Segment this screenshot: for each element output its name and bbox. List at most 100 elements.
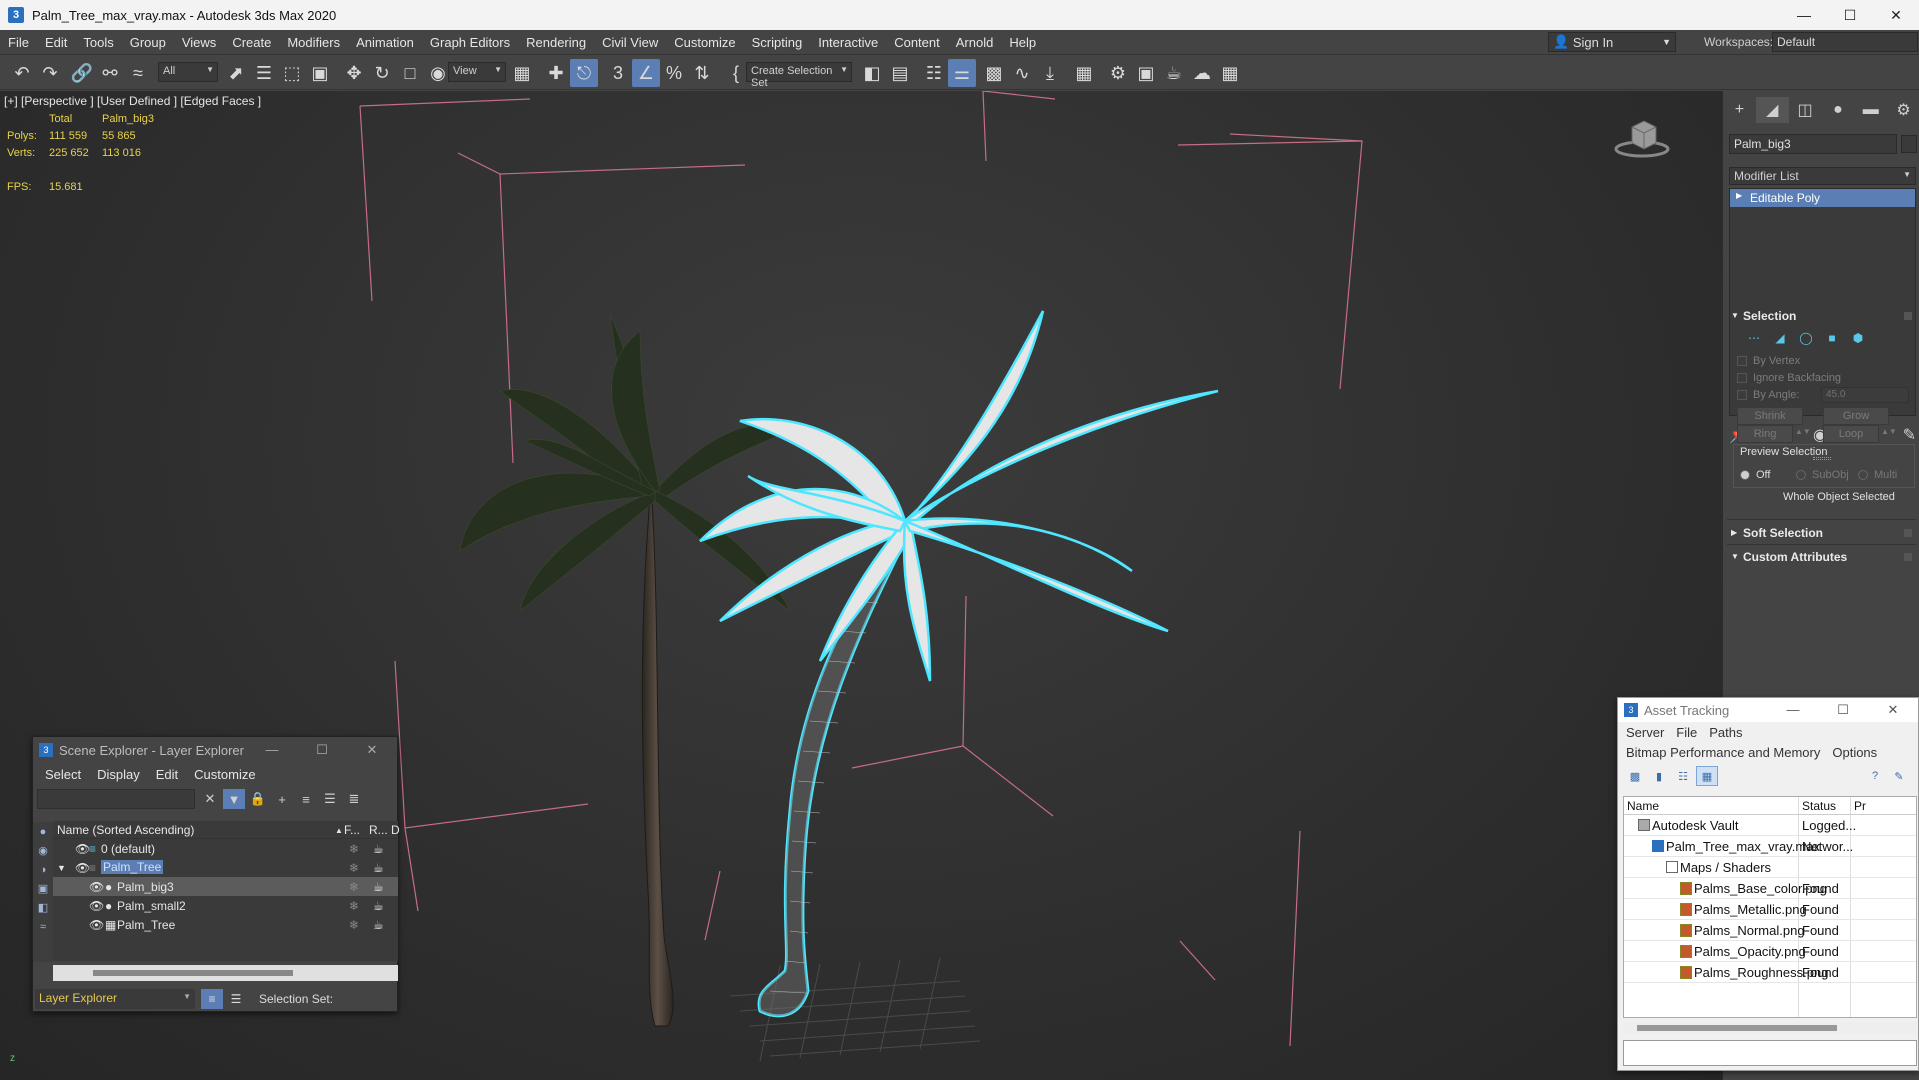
element-mode-icon[interactable]: ⬢ (1847, 328, 1869, 348)
select-by-name-icon[interactable]: ☰ (250, 59, 278, 87)
asset-row[interactable]: Autodesk Vault Logged... (1624, 815, 1916, 836)
visibility-eye-icon[interactable]: 👁 (89, 918, 104, 932)
object-row[interactable]: 👁 ● Palm_small2 ❄ ☕ (53, 896, 398, 915)
selection-filter-dropdown[interactable]: All ▼ (158, 62, 218, 82)
named-selection-set-dropdown[interactable]: Create Selection Set ▼ (746, 62, 852, 89)
shapes-filter-icon[interactable]: ◉ (33, 841, 53, 860)
asset-row[interactable]: Palm_Tree_max_vray.max Networ... (1624, 836, 1916, 857)
pivot-center-icon[interactable]: ▦ (508, 59, 536, 87)
utilities-tab-icon[interactable]: ⚙ (1887, 97, 1919, 123)
se-menu-select[interactable]: Select (37, 767, 89, 782)
close-window-button[interactable]: ✕ (1873, 0, 1919, 30)
clear-search-icon[interactable]: ✕ (199, 789, 221, 809)
visibility-eye-icon[interactable]: 👁 (89, 899, 104, 913)
close-button[interactable]: ✕ (1868, 702, 1918, 718)
horizontal-scrollbar[interactable] (1623, 1022, 1917, 1034)
column-path-header[interactable]: Pr (1854, 799, 1866, 813)
rotate-icon[interactable]: ↻ (368, 59, 396, 87)
freeze-icon[interactable]: ❄ (349, 899, 359, 913)
grow-button[interactable]: Grow (1823, 407, 1889, 425)
render-teapot-icon[interactable]: ☕ (373, 861, 384, 875)
at-menu-bitmap-performance[interactable]: Bitmap Performance and Memory (1620, 745, 1826, 760)
se-menu-customize[interactable]: Customize (186, 767, 263, 782)
scrollbar-thumb[interactable] (1637, 1025, 1837, 1031)
object-name-field[interactable]: Palm_big3 (1729, 134, 1897, 154)
maximize-button[interactable]: ☐ (1827, 0, 1873, 30)
rollout-selection-header[interactable]: ▼ Selection (1727, 306, 1916, 326)
visibility-eye-icon[interactable]: 👁 (89, 880, 104, 894)
search-input[interactable] (37, 789, 195, 809)
add-layer-icon[interactable]: + (271, 789, 293, 809)
unlink-icon[interactable]: ⚯ (96, 59, 124, 87)
stack-layers-icon[interactable]: ≣ (343, 789, 365, 809)
minimize-button[interactable]: — (247, 742, 297, 758)
reference-coord-dropdown[interactable]: View ▼ (448, 62, 506, 82)
scene-explorer-titlebar[interactable]: 3 Scene Explorer - Layer Explorer — ☐ ✕ (33, 737, 397, 763)
window-crossing-icon[interactable]: ▣ (306, 59, 334, 87)
render-setup-icon[interactable]: ⚙ (1104, 59, 1132, 87)
stack-item-editable-poly[interactable]: ▶ Editable Poly (1730, 189, 1915, 207)
ring-button[interactable]: Ring (1737, 425, 1793, 443)
visibility-eye-icon[interactable]: 👁 (75, 842, 90, 856)
loop-button[interactable]: Loop (1823, 425, 1879, 443)
render-in-cloud-icon[interactable]: ☁ (1188, 59, 1216, 87)
pin-icon[interactable]: ✎ (1888, 766, 1910, 786)
asset-row[interactable]: Palms_Metallic.png Found (1624, 899, 1916, 920)
asset-row[interactable]: Palms_Base_color.png Found (1624, 878, 1916, 899)
border-mode-icon[interactable]: ◯ (1795, 328, 1817, 348)
visibility-eye-icon[interactable]: 👁 (75, 861, 90, 875)
column-name-header[interactable]: Name (1627, 799, 1659, 813)
scale-icon[interactable]: □ (396, 59, 424, 87)
asset-row[interactable]: Palms_Normal.png Found (1624, 920, 1916, 941)
rendered-frame-window-icon[interactable]: ▣ (1132, 59, 1160, 87)
preview-multi-radio[interactable]: Multi (1858, 469, 1897, 481)
hierarchy-icon[interactable]: ☰ (319, 789, 341, 809)
rect-selection-icon[interactable]: ⬚ (278, 59, 306, 87)
geometry-filter-icon[interactable]: ● (33, 822, 53, 841)
preview-off-radio[interactable]: Off (1740, 469, 1770, 481)
expand-arrow-icon[interactable]: ▶ (1736, 191, 1742, 200)
material-editor-icon[interactable]: ▦ (1070, 59, 1098, 87)
asset-row[interactable]: Palms_Opacity.png Found (1624, 941, 1916, 962)
asset-row[interactable]: Maps / Shaders (1624, 857, 1916, 878)
create-tab-icon[interactable]: + (1723, 97, 1756, 123)
menu-rendering[interactable]: Rendering (518, 35, 594, 50)
mirror-icon[interactable]: ◧ (858, 59, 886, 87)
by-vertex-checkbox[interactable]: By Vertex (1737, 355, 1800, 367)
menu-civil-view[interactable]: Civil View (594, 35, 666, 50)
column-frozen-header[interactable]: F... (344, 823, 360, 837)
snaps-toggle-icon[interactable]: 3 (604, 59, 632, 87)
link-icon[interactable]: 🔗 (68, 59, 96, 87)
explorer-type-dropdown[interactable]: Layer Explorer ▼ (35, 989, 195, 1009)
at-menu-server[interactable]: Server (1620, 725, 1670, 740)
toggle-ribbon-icon[interactable]: ▩ (980, 59, 1008, 87)
detail-view-icon[interactable]: ▦ (1696, 766, 1718, 786)
lights-filter-icon[interactable]: ◑ (33, 860, 53, 879)
render-production-icon[interactable]: ☕ (1160, 59, 1188, 87)
modify-tab-icon[interactable]: ◢ (1755, 97, 1789, 123)
rollout-custom-attributes-header[interactable]: ▼ Custom Attributes (1727, 547, 1916, 567)
polygon-mode-icon[interactable]: ■ (1821, 328, 1843, 348)
filter-icon[interactable]: ▼ (223, 789, 245, 809)
move-icon[interactable]: ✥ (340, 59, 368, 87)
select-manipulate-icon[interactable]: ✚ (542, 59, 570, 87)
configure-modifier-sets-icon[interactable]: ✎ (1903, 425, 1916, 445)
bind-spacewarp-icon[interactable]: ≈ (124, 59, 152, 87)
menu-interactive[interactable]: Interactive (810, 35, 886, 50)
keyboard-shortcut-override-icon[interactable]: ⎋ (570, 59, 598, 87)
at-menu-options[interactable]: Options (1826, 745, 1883, 760)
spinner-snap-icon[interactable]: ⇅ (688, 59, 716, 87)
scrollbar-thumb[interactable] (93, 970, 293, 976)
workspace-dropdown[interactable]: Default (1772, 32, 1918, 52)
spacewarps-filter-icon[interactable]: ≈ (33, 917, 53, 936)
column-render-header[interactable]: R... (369, 823, 388, 837)
vertex-mode-icon[interactable]: ⋯ (1743, 328, 1765, 348)
by-angle-checkbox[interactable]: By Angle: (1737, 389, 1799, 401)
toggle-layer-explorer-icon[interactable]: ⚌ (948, 59, 976, 87)
motion-tab-icon[interactable]: ● (1821, 97, 1854, 123)
column-status-header[interactable]: Status (1802, 799, 1836, 813)
menu-tools[interactable]: Tools (75, 35, 121, 50)
table-view-icon[interactable]: ☷ (1672, 766, 1694, 786)
menu-scripting[interactable]: Scripting (744, 35, 811, 50)
preview-subobj-radio[interactable]: SubObj (1796, 469, 1849, 481)
